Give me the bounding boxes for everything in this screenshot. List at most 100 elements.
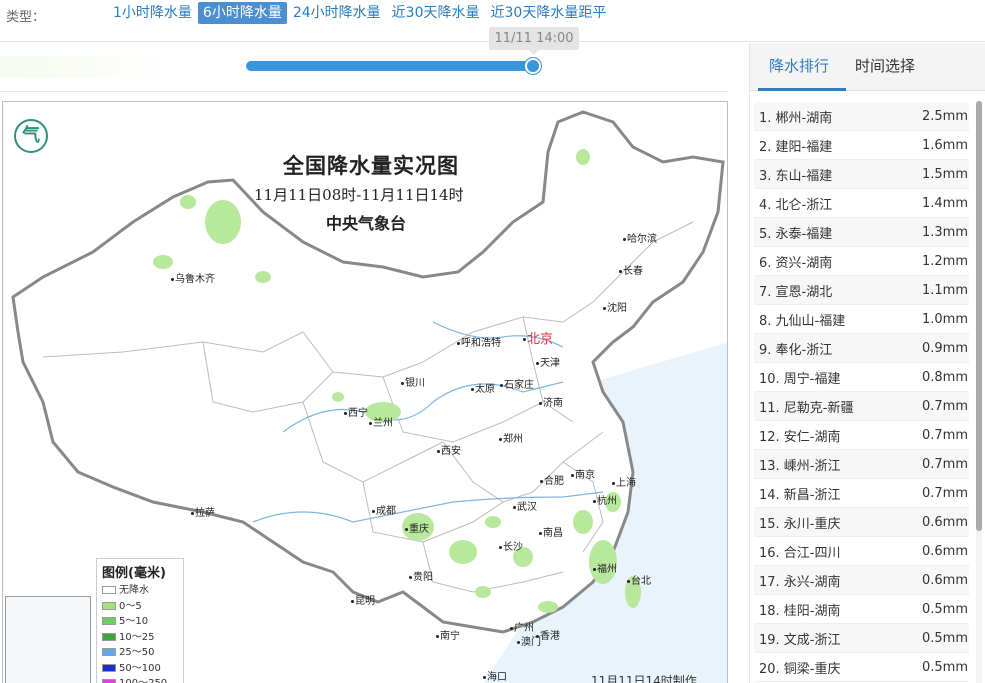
tab-time-selection[interactable]: 时间选择 <box>855 55 915 76</box>
ranking-row[interactable]: 18. 桂阳-湖南 0.5mm <box>754 595 969 624</box>
legend-swatch <box>102 632 116 641</box>
city-dot-icon <box>623 237 626 241</box>
city-label: 昆明 <box>351 592 375 607</box>
scrollbar[interactable] <box>976 101 982 683</box>
city-dot-icon <box>436 634 439 638</box>
ranking-station: 2. 建阳-福建 <box>759 139 833 155</box>
ranking-row[interactable]: 19. 文成-浙江 0.5mm <box>754 624 969 653</box>
city-label: 上海 <box>612 474 636 489</box>
ranking-row[interactable]: 4. 北仑-浙江 1.4mm <box>754 189 969 218</box>
ranking-value: 0.7mm <box>921 456 968 472</box>
ranking-row[interactable]: 6. 资兴-湖南 1.2mm <box>754 247 969 276</box>
type-tab[interactable]: 近30天降水量距平 <box>486 2 612 24</box>
scrollbar-thumb[interactable] <box>976 101 982 531</box>
ranking-row[interactable]: 10. 周宁-福建 0.8mm <box>754 363 969 392</box>
tab-rainfall-ranking[interactable]: 降水排行 <box>769 55 829 76</box>
city-label: 南宁 <box>436 627 460 642</box>
ranking-station: 6. 资兴-湖南 <box>759 255 833 271</box>
city-dot-icon <box>457 341 460 345</box>
city-label: 台北 <box>627 572 651 587</box>
city-label: 合肥 <box>540 472 564 487</box>
ranking-station: 5. 永泰-福建 <box>759 226 833 242</box>
city-dot-icon <box>500 383 503 387</box>
legend-item: 10～25 <box>102 630 178 646</box>
ranking-row[interactable]: 17. 永兴-湖南 0.6mm <box>754 566 969 595</box>
city-label: 石家庄 <box>500 376 534 391</box>
city-name: 西宁 <box>348 408 368 419</box>
type-bar: 类型： 1小时降水量 6小时降水量 24小时降水量 近30天降水量 近30天降水量距平 <box>0 0 985 28</box>
city-dot-icon <box>603 306 606 310</box>
map-legend: 图例(毫米) 无降水 0～5 5～10 10～25 25～50 50～100 100～250 <box>96 558 184 683</box>
type-tabs: 1小时降水量 6小时降水量 24小时降水量 近30天降水量 近30天降水量距平 <box>108 2 612 24</box>
ranking-row[interactable]: 16. 合江-四川 0.6mm <box>754 537 969 566</box>
ranking-station: 18. 桂阳-湖南 <box>759 603 841 619</box>
ranking-row[interactable]: 5. 永泰-福建 1.3mm <box>754 218 969 247</box>
city-name: 海口 <box>487 672 507 683</box>
city-name: 长沙 <box>503 542 523 553</box>
city-name: 沈阳 <box>607 303 627 314</box>
city-label: 长春 <box>619 262 643 277</box>
city-name: 哈尔滨 <box>627 234 657 245</box>
ranking-station: 3. 东山-福建 <box>759 168 833 184</box>
city-name: 石家庄 <box>504 380 534 391</box>
ranking-station: 11. 尼勒克-新疆 <box>759 400 854 416</box>
ranking-row[interactable]: 15. 永川-重庆 0.6mm <box>754 508 969 537</box>
ranking-value: 0.8mm <box>921 369 968 385</box>
ranking-row[interactable]: 13. 嵊州-浙江 0.7mm <box>754 450 969 479</box>
map-title: 全国降水量实况图 <box>283 153 459 178</box>
city-label: 成都 <box>372 502 396 517</box>
city-label: 济南 <box>539 394 563 409</box>
city-dot-icon <box>536 361 539 365</box>
ranking-value: 0.7mm <box>921 398 968 414</box>
city-name: 香港 <box>540 631 560 642</box>
city-label: 天津 <box>536 354 560 369</box>
type-tab[interactable]: 24小时降水量 <box>288 2 386 24</box>
ranking-row[interactable]: 7. 宣恩-湖北 1.1mm <box>754 276 969 305</box>
city-name: 郑州 <box>503 434 523 445</box>
legend-label: 5～10 <box>119 616 149 627</box>
cma-logo-icon: 气 <box>14 119 48 153</box>
type-tab[interactable]: 1小时降水量 <box>108 2 197 24</box>
time-slider[interactable] <box>246 58 542 74</box>
ranking-row[interactable]: 9. 奉化-浙江 0.9mm <box>754 334 969 363</box>
ranking-row[interactable]: 11. 尼勒克-新疆 0.7mm <box>754 392 969 421</box>
ranking-value: 0.5mm <box>921 630 968 646</box>
ranking-value: 1.3mm <box>921 224 968 240</box>
ranking-row[interactable]: 20. 铜梁-重庆 0.5mm <box>754 653 969 682</box>
ranking-station: 14. 新昌-浙江 <box>759 487 841 503</box>
city-name: 济南 <box>543 398 563 409</box>
legend-swatch <box>102 663 116 672</box>
ranking-station: 9. 奉化-浙江 <box>759 342 833 358</box>
ranking-value: 1.2mm <box>921 253 968 269</box>
city-label: 郑州 <box>499 430 523 445</box>
city-dot-icon <box>571 473 574 477</box>
city-name: 南宁 <box>440 631 460 642</box>
ranking-row[interactable]: 1. 郴州-湖南 2.5mm <box>754 102 969 131</box>
south-china-sea-inset <box>5 596 91 683</box>
ranking-row[interactable]: 3. 东山-福建 1.5mm <box>754 160 969 189</box>
ranking-station: 10. 周宁-福建 <box>759 371 841 387</box>
city-name: 乌鲁木齐 <box>175 274 215 285</box>
faded-strip <box>0 56 172 78</box>
legend-title: 图例(毫米) <box>102 566 166 581</box>
ranking-row[interactable]: 12. 安仁-湖南 0.7mm <box>754 421 969 450</box>
ranking-value: 1.5mm <box>921 166 968 182</box>
type-tab[interactable]: 6小时降水量 <box>197 2 287 24</box>
type-tab[interactable]: 近30天降水量 <box>387 2 485 24</box>
city-name: 天津 <box>540 358 560 369</box>
legend-item: 25～50 <box>102 645 178 661</box>
city-name: 杭州 <box>597 496 617 507</box>
legend-item: 无降水 <box>102 583 178 599</box>
city-name: 合肥 <box>544 476 564 487</box>
legend-item: 50～100 <box>102 661 178 677</box>
city-label: 武汉 <box>513 498 537 513</box>
city-label: 长沙 <box>499 538 523 553</box>
ranking-row[interactable]: 2. 建阳-福建 1.6mm <box>754 131 969 160</box>
ranking-row[interactable]: 8. 九仙山-福建 1.0mm <box>754 305 969 334</box>
produced-note: 11月11日14时制作 <box>591 674 697 683</box>
city-label: 拉萨 <box>191 504 215 519</box>
city-dot-icon <box>539 531 542 535</box>
time-slider-handle[interactable] <box>525 58 542 74</box>
ranking-row[interactable]: 14. 新昌-浙江 0.7mm <box>754 479 969 508</box>
ranking-value: 0.5mm <box>921 659 968 675</box>
